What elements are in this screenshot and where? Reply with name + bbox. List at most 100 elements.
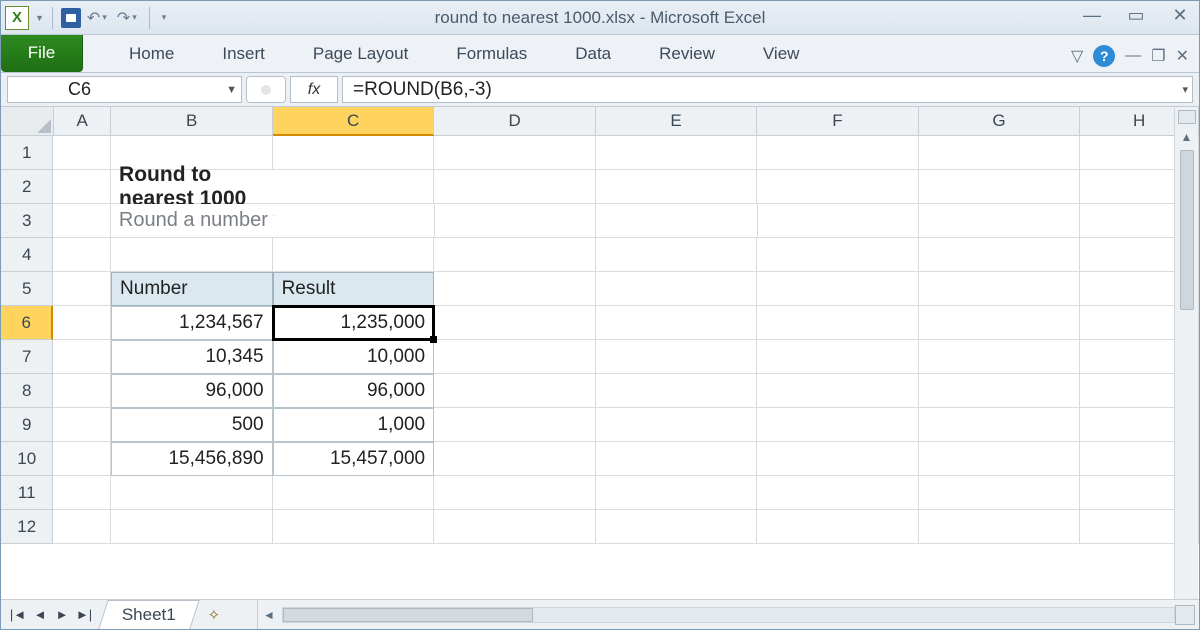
workbook-minimize-button[interactable]: ― [1125, 47, 1141, 65]
cell[interactable] [434, 374, 596, 408]
cell[interactable] [596, 374, 758, 408]
row-header-6[interactable]: 6 [1, 306, 53, 340]
cell[interactable] [757, 510, 919, 544]
qat-customize-icon[interactable]: ▾ [158, 12, 171, 23]
formula-input[interactable]: =ROUND(B6,-3) ▾ [342, 76, 1193, 103]
file-tab[interactable]: File [1, 34, 83, 72]
row-header-5[interactable]: 5 [1, 272, 53, 306]
cell[interactable] [434, 306, 596, 340]
sheet-subtitle[interactable]: Round a number to the nearest 1000 [111, 204, 274, 238]
sheet-nav-first-icon[interactable]: |◄ [7, 607, 29, 622]
cell[interactable] [919, 442, 1081, 476]
cell[interactable] [53, 306, 111, 340]
row-header-10[interactable]: 10 [1, 442, 53, 476]
cell[interactable] [919, 510, 1081, 544]
workbook-close-button[interactable]: ✕ [1176, 46, 1189, 66]
table-cell-result[interactable]: 96,000 [273, 374, 435, 408]
cell[interactable] [273, 476, 435, 510]
cell[interactable] [596, 340, 758, 374]
cell[interactable] [757, 408, 919, 442]
tab-view[interactable]: View [759, 38, 804, 70]
col-header-c[interactable]: C [273, 107, 434, 136]
name-box[interactable]: C6 ▼ [7, 76, 242, 103]
col-header-a[interactable]: A [54, 107, 111, 136]
cell[interactable] [434, 340, 596, 374]
cell[interactable] [434, 442, 596, 476]
tab-review[interactable]: Review [655, 38, 719, 70]
redo-dropdown-icon[interactable]: ▾ [132, 12, 137, 23]
col-header-f[interactable]: F [757, 107, 918, 136]
cell[interactable] [53, 204, 111, 238]
cell[interactable] [53, 272, 111, 306]
sheet-nav-last-icon[interactable]: ►| [73, 607, 95, 622]
cell[interactable] [596, 170, 758, 204]
row-header-4[interactable]: 4 [1, 238, 53, 272]
workbook-restore-button[interactable]: ❐ [1151, 46, 1165, 66]
col-header-e[interactable]: E [596, 107, 757, 136]
name-box-dropdown-icon[interactable]: ▼ [226, 84, 237, 96]
table-cell-number[interactable]: 15,456,890 [111, 442, 273, 476]
cell[interactable] [919, 306, 1081, 340]
cell[interactable] [274, 204, 435, 238]
minimize-button[interactable]: ― [1081, 5, 1103, 26]
sheet-nav-next-icon[interactable]: ► [51, 607, 73, 622]
table-cell-result[interactable]: 10,000 [273, 340, 435, 374]
cell[interactable] [596, 476, 758, 510]
cell[interactable] [434, 136, 596, 170]
redo-button[interactable]: ↷▾ [113, 8, 141, 28]
col-header-b[interactable]: B [111, 107, 272, 136]
cell[interactable] [919, 374, 1081, 408]
close-button[interactable]: ✕ [1169, 5, 1191, 26]
tab-insert[interactable]: Insert [218, 38, 269, 70]
cell[interactable] [596, 204, 757, 238]
logo-dropdown-icon[interactable]: ▼ [35, 13, 44, 23]
row-header-9[interactable]: 9 [1, 408, 53, 442]
hscroll-track[interactable] [282, 607, 1175, 623]
table-header-number[interactable]: Number [111, 272, 273, 306]
cell[interactable] [919, 476, 1081, 510]
cell[interactable] [757, 306, 919, 340]
ribbon-minimize-icon[interactable]: ▽ [1071, 46, 1083, 66]
selected-cell[interactable]: 1,235,000 [273, 306, 435, 340]
sheet-title[interactable]: Round to nearest 1000 [111, 170, 273, 204]
split-box-icon[interactable] [1178, 110, 1196, 124]
row-header-7[interactable]: 7 [1, 340, 53, 374]
cell[interactable] [757, 272, 919, 306]
cell[interactable] [757, 136, 919, 170]
table-cell-number[interactable]: 96,000 [111, 374, 273, 408]
cell[interactable] [53, 238, 111, 272]
hscroll-thumb[interactable] [283, 608, 533, 622]
cell[interactable] [53, 442, 111, 476]
cell[interactable] [273, 510, 435, 544]
cell[interactable] [273, 238, 435, 272]
maximize-button[interactable]: ▭ [1125, 5, 1147, 26]
cell[interactable] [434, 272, 596, 306]
tab-formulas[interactable]: Formulas [452, 38, 531, 70]
cell[interactable] [757, 476, 919, 510]
table-cell-result[interactable]: 1,000 [273, 408, 435, 442]
cell[interactable] [53, 374, 111, 408]
cell[interactable] [596, 408, 758, 442]
excel-logo-icon[interactable]: X [5, 6, 29, 30]
cell[interactable] [596, 238, 758, 272]
formula-expand-icon[interactable]: ▾ [1182, 83, 1188, 96]
cell[interactable] [53, 476, 111, 510]
new-sheet-icon[interactable]: ✧ [201, 600, 227, 629]
table-cell-result[interactable]: 15,457,000 [273, 442, 435, 476]
fx-button[interactable]: fx [290, 76, 338, 103]
col-header-d[interactable]: D [434, 107, 595, 136]
sheet-nav-prev-icon[interactable]: ◄ [29, 607, 51, 622]
tab-data[interactable]: Data [571, 38, 615, 70]
table-cell-number[interactable]: 500 [111, 408, 273, 442]
cell[interactable] [919, 136, 1081, 170]
cell[interactable] [53, 510, 111, 544]
row-header-11[interactable]: 11 [1, 476, 53, 510]
tab-home[interactable]: Home [125, 38, 178, 70]
col-header-g[interactable]: G [919, 107, 1080, 136]
table-header-result[interactable]: Result [273, 272, 435, 306]
cell[interactable] [596, 136, 758, 170]
cell[interactable] [596, 272, 758, 306]
cell[interactable] [434, 476, 596, 510]
table-cell-number[interactable]: 10,345 [111, 340, 273, 374]
cell[interactable] [596, 510, 758, 544]
